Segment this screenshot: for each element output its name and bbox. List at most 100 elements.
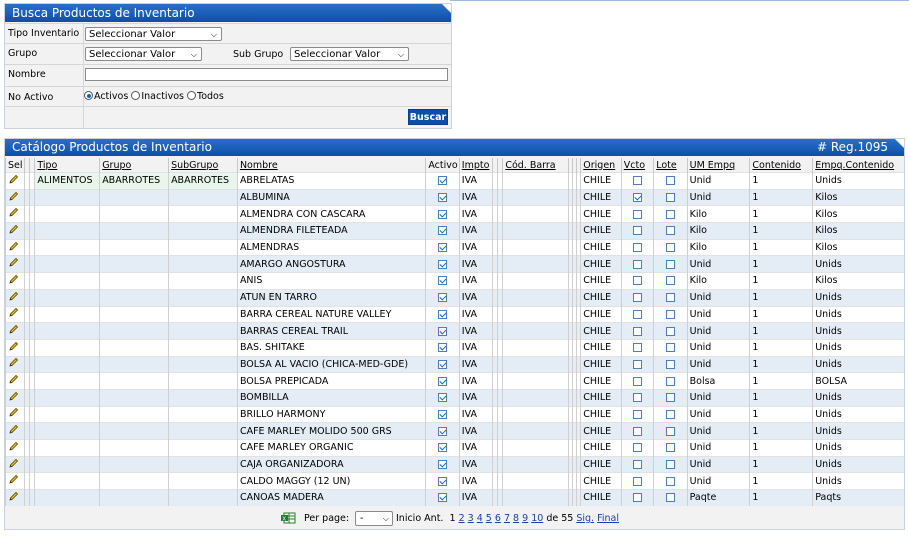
vcto-checkbox[interactable] (633, 376, 642, 386)
lote-checkbox[interactable] (665, 276, 675, 286)
pencil-icon[interactable] (8, 475, 19, 488)
lote-checkbox[interactable] (665, 376, 675, 386)
vcto-checkbox[interactable] (633, 460, 642, 470)
lote-checkbox[interactable] (665, 176, 675, 186)
lote-checkbox[interactable] (665, 359, 675, 369)
pencil-icon[interactable] (8, 375, 19, 388)
col-lote[interactable]: Lote (653, 158, 688, 173)
activo-checkbox[interactable] (438, 476, 448, 486)
edit-row-button[interactable] (4, 355, 25, 373)
page-link[interactable]: 7 (504, 513, 510, 524)
edit-row-button[interactable] (4, 455, 25, 473)
page-link[interactable]: 2 (459, 513, 465, 524)
edit-row-button[interactable] (4, 472, 25, 490)
pencil-icon[interactable] (8, 191, 19, 205)
vcto-checkbox[interactable] (633, 209, 642, 219)
pencil-icon[interactable] (8, 208, 19, 221)
pencil-icon[interactable] (8, 241, 19, 255)
activo-checkbox[interactable] (438, 393, 448, 403)
pager-sig[interactable]: Sig. (576, 513, 594, 524)
lote-checkbox[interactable] (665, 293, 675, 303)
pencil-icon[interactable] (8, 391, 19, 405)
vcto-checkbox[interactable] (633, 276, 642, 286)
pencil-icon[interactable] (8, 224, 19, 238)
lote-checkbox[interactable] (665, 226, 675, 236)
col-nombre[interactable]: Nombre (236, 158, 426, 173)
pencil-icon[interactable] (8, 258, 19, 271)
pencil-icon[interactable] (8, 358, 19, 371)
vcto-checkbox[interactable] (633, 193, 642, 203)
activo-checkbox[interactable] (438, 326, 448, 336)
pencil-icon[interactable] (8, 308, 19, 321)
activo-checkbox[interactable] (438, 376, 448, 386)
pencil-icon[interactable] (8, 341, 19, 355)
col-impto[interactable]: Impto (458, 158, 493, 173)
activo-checkbox[interactable] (438, 209, 448, 219)
col-grupo[interactable]: Grupo (99, 158, 169, 173)
activo-checkbox[interactable] (438, 226, 448, 236)
lote-checkbox[interactable] (665, 243, 675, 253)
vcto-checkbox[interactable] (633, 259, 642, 269)
pencil-icon[interactable] (8, 458, 19, 472)
pager-final[interactable]: Final (597, 513, 619, 524)
edit-row-button[interactable] (4, 288, 25, 306)
activo-checkbox[interactable] (438, 409, 448, 419)
pencil-icon[interactable] (8, 441, 19, 455)
edit-row-button[interactable] (4, 388, 25, 407)
activo-checkbox[interactable] (438, 176, 448, 186)
lote-checkbox[interactable] (665, 443, 675, 453)
vcto-checkbox[interactable] (633, 476, 642, 486)
lote-checkbox[interactable] (665, 409, 675, 419)
edit-row-button[interactable] (4, 205, 25, 223)
col-cod-barra[interactable]: Cód. Barra (502, 158, 569, 173)
vcto-checkbox[interactable] (633, 226, 642, 236)
activo-checkbox[interactable] (438, 259, 448, 269)
edit-row-button[interactable] (4, 422, 25, 440)
lote-checkbox[interactable] (665, 493, 675, 503)
vcto-checkbox[interactable] (633, 443, 642, 453)
activo-checkbox[interactable] (438, 243, 448, 253)
col-empq-contenido[interactable]: Empq.Contenido (812, 158, 904, 173)
lote-checkbox[interactable] (665, 259, 675, 269)
lote-checkbox[interactable] (665, 209, 675, 219)
edit-row-button[interactable] (4, 238, 25, 256)
edit-row-button[interactable] (4, 255, 25, 273)
radio-inactivos[interactable] (131, 91, 141, 100)
pencil-icon[interactable] (8, 174, 19, 188)
vcto-checkbox[interactable] (633, 243, 642, 253)
lote-checkbox[interactable] (665, 309, 675, 319)
vcto-checkbox[interactable] (633, 176, 642, 186)
edit-row-button[interactable] (4, 322, 25, 340)
activo-checkbox[interactable] (438, 309, 448, 319)
edit-row-button[interactable] (4, 272, 25, 290)
per-page-select[interactable]: - ⌵ (355, 511, 393, 526)
edit-row-button[interactable] (4, 338, 25, 357)
col-um-empq[interactable]: UM Empq (686, 158, 750, 173)
page-link[interactable]: 3 (468, 513, 474, 524)
lote-checkbox[interactable] (665, 343, 675, 353)
lote-checkbox[interactable] (665, 193, 675, 203)
page-link[interactable]: 10 (531, 513, 543, 524)
radio-todos[interactable] (187, 91, 196, 100)
activo-checkbox[interactable] (438, 293, 448, 303)
edit-row-button[interactable] (4, 172, 25, 190)
edit-row-button[interactable] (4, 405, 25, 423)
activo-checkbox[interactable] (438, 493, 448, 503)
edit-row-button[interactable] (4, 439, 25, 457)
pencil-icon[interactable] (8, 425, 19, 438)
vcto-checkbox[interactable] (633, 293, 642, 303)
col-origen[interactable]: Origen (580, 158, 622, 173)
excel-export-icon[interactable]: X (281, 512, 297, 527)
page-link[interactable]: 4 (477, 513, 483, 524)
vcto-checkbox[interactable] (633, 493, 642, 503)
activo-checkbox[interactable] (438, 343, 448, 353)
page-link[interactable]: 5 (486, 513, 492, 524)
activo-checkbox[interactable] (438, 193, 448, 203)
lote-checkbox[interactable] (665, 326, 675, 336)
pencil-icon[interactable] (8, 324, 19, 338)
activo-checkbox[interactable] (438, 443, 448, 453)
activo-checkbox[interactable] (438, 359, 448, 369)
lote-checkbox[interactable] (665, 476, 675, 486)
vcto-checkbox[interactable] (633, 426, 642, 436)
vcto-checkbox[interactable] (633, 393, 642, 403)
